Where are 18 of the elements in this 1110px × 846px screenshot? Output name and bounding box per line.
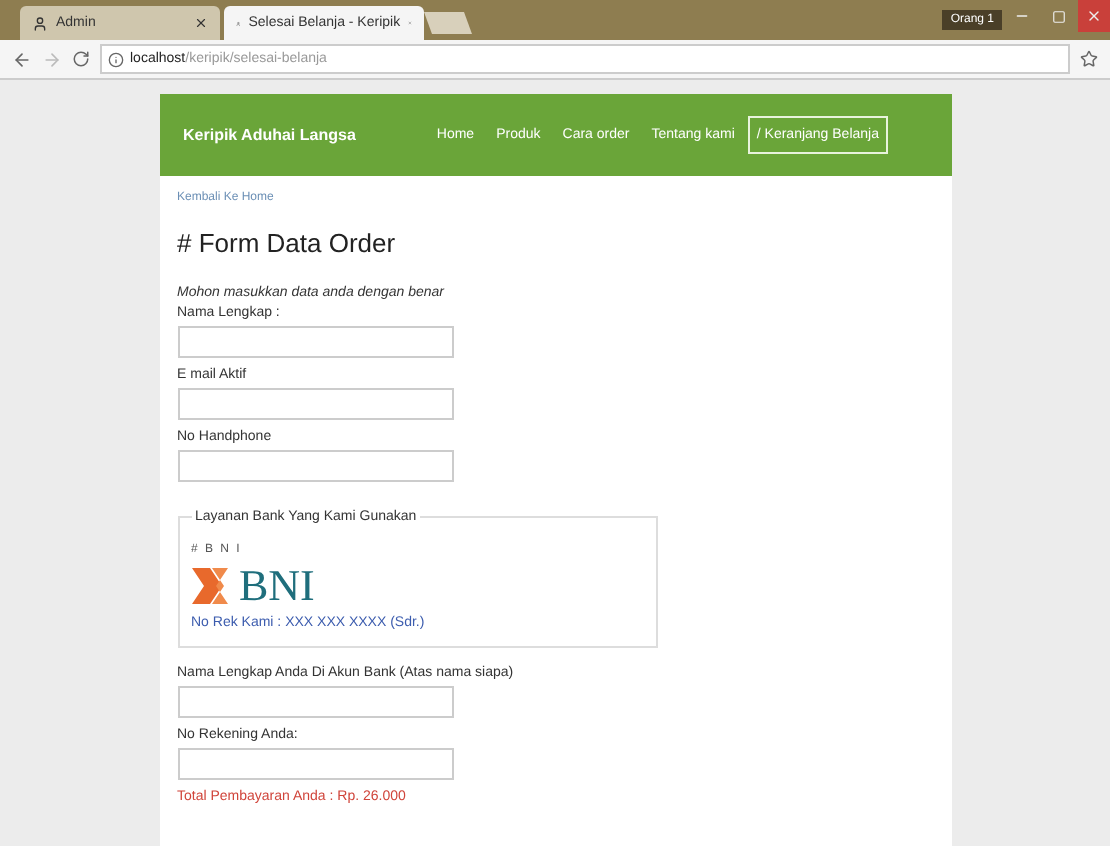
new-tab-button[interactable] <box>424 12 472 34</box>
person-icon <box>32 15 48 31</box>
star-icon[interactable] <box>1080 50 1098 68</box>
forward-icon[interactable] <box>42 49 62 69</box>
brand-name[interactable]: Keripik Aduhai Langsa <box>183 126 423 144</box>
close-icon[interactable] <box>194 16 208 30</box>
input-field[interactable] <box>177 686 453 718</box>
info-icon <box>108 51 124 67</box>
bank-logo-text: BNI <box>239 564 315 608</box>
maximize-icon[interactable] <box>1051 9 1065 23</box>
back-icon[interactable] <box>12 49 32 69</box>
input-field[interactable] <box>177 388 453 420</box>
input-field[interactable] <box>177 748 453 780</box>
input-field[interactable] <box>177 450 453 482</box>
close-button[interactable] <box>1078 0 1110 32</box>
input-field[interactable] <box>177 326 453 358</box>
reload-icon[interactable] <box>72 50 90 68</box>
page-heading: # Form Data Order <box>177 228 398 258</box>
